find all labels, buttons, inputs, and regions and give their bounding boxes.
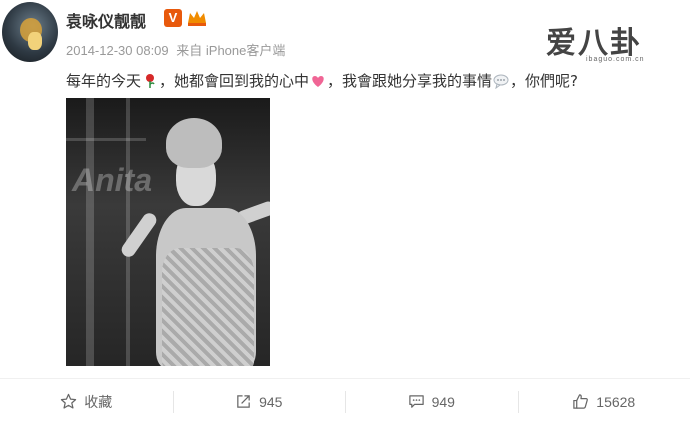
star-icon [61,393,77,409]
repost-count: 945 [259,393,283,410]
comment-button[interactable]: 949 [345,379,518,424]
speech-bubble-icon [493,73,509,90]
weibo-post: 袁咏仪靓靓 V 2014-12-30 08:09 来自 iPhone客户端 爱八… [0,0,690,424]
repost-icon [237,395,250,408]
verified-badge-icon[interactable]: V [164,9,182,27]
crown-icon[interactable] [186,8,208,28]
like-count: 15628 [596,393,636,410]
watermark-site: ibaguo.com.cn [586,56,645,63]
source-text: 来自 iPhone客户端 [176,43,286,58]
post-photo[interactable]: Anita [66,98,270,366]
post-meta: 2014-12-30 08:09 来自 iPhone客户端 [66,40,289,59]
like-button[interactable]: 15628 [517,379,690,424]
favorite-button[interactable]: 收藏 [0,379,173,424]
photo-watermark: Anita [72,162,152,198]
repost-button[interactable]: 945 [172,379,346,424]
post-text: 每年的今天 ，她都會回到我的心中 ，我會跟她分享我的事情 ，你們呢? [66,72,579,90]
username[interactable]: 袁咏仪靓靓 [66,8,146,32]
comment-count: 949 [431,393,455,410]
action-bar: 收藏 945 949 15628 [0,378,690,424]
avatar[interactable] [2,2,58,62]
heart-icon [310,73,326,89]
watermark-logo: 爱八卦 ibaguo.com.cn [546,18,664,68]
rose-icon [142,73,158,89]
comment-icon [408,395,424,408]
timestamp-link[interactable]: 2014-12-30 08:09 [66,43,169,58]
thumbs-up-icon [573,394,589,409]
favorite-label: 收藏 [84,393,113,410]
